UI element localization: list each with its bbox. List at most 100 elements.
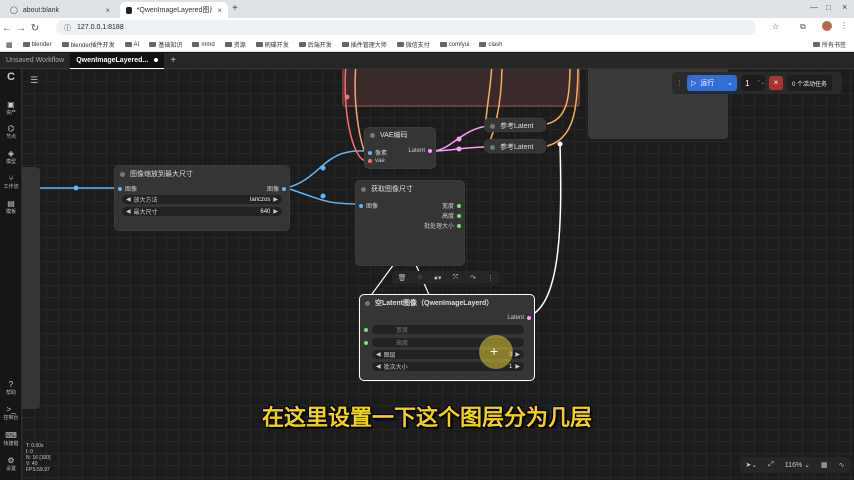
bookmark-folder[interactable]: 微信支付: [396, 40, 430, 49]
color-picker-icon[interactable]: ●▾: [434, 274, 442, 282]
sidebar-item-assets[interactable]: ▣ 资产: [0, 100, 22, 116]
site-info-icon[interactable]: ⓘ: [64, 23, 71, 33]
output-batch-size[interactable]: 批处理大小: [424, 221, 461, 230]
folder-icon: [149, 42, 157, 47]
maximize-icon[interactable]: □: [826, 3, 831, 12]
node-title: VAE编码: [380, 132, 408, 139]
bookmark-folder[interactable]: 资源: [224, 40, 246, 49]
comfy-logo-icon: C: [7, 71, 15, 83]
sidebar-item-settings[interactable]: ⚙ 设置: [0, 456, 22, 472]
link-latent-white: [525, 143, 562, 318]
upscale-method-combo[interactable]: ◀ 放大方法 lanczos ▶: [122, 195, 282, 204]
node-ref-latent-2[interactable]: 参考Latent: [484, 139, 546, 153]
close-icon[interactable]: ×: [105, 6, 110, 15]
node-title: 图像缩放到最大尺寸: [130, 171, 193, 178]
bookmark-folder[interactable]: blender插件开发: [61, 40, 115, 49]
output-width[interactable]: 宽度: [442, 201, 461, 210]
selection-toolbox: 🗑 ○ ●▾ ⤧ ↷ ⋮: [392, 271, 500, 284]
input-width-dot[interactable]: [364, 328, 368, 332]
reroute-dot[interactable]: [344, 94, 350, 100]
node-image-scale[interactable]: 图像缩放到最大尺寸 图像 图像 ◀ 放大方法 lanczos ▶ ◀ 最大尺寸 640 ▶: [114, 165, 290, 231]
reroute-dot[interactable]: [320, 165, 326, 171]
node-empty-latent[interactable]: 空Latent图像（QwenImageLayerd） Latent 宽度 高度 …: [359, 294, 535, 381]
star-icon[interactable]: ☆: [772, 22, 779, 31]
bookmark-folder[interactable]: 后端开发: [298, 40, 332, 49]
reload-icon[interactable]: ↻: [28, 23, 42, 34]
bookmark-folder[interactable]: comfyui: [439, 42, 469, 48]
workflow-tab-qwen[interactable]: QwenImageLayered...: [70, 52, 165, 69]
browser-tab-blank[interactable]: ◯ about:blank ×: [4, 2, 116, 18]
forward-icon[interactable]: →: [14, 23, 28, 34]
input-pixels[interactable]: 像素: [368, 148, 387, 157]
stepper-icon[interactable]: ⌃⌄: [757, 80, 765, 86]
sidebar-item-models[interactable]: ◈ 模型: [0, 149, 22, 165]
zoom-level[interactable]: 116% ⌄: [785, 461, 810, 469]
new-tab-icon[interactable]: +: [232, 3, 238, 14]
run-button[interactable]: ▷ 运行 ⌄: [687, 75, 737, 91]
input-height-dot[interactable]: [364, 341, 368, 345]
workflow-tab-unsaved[interactable]: Unsaved Workflow: [0, 53, 70, 69]
node-get-image-size[interactable]: 获取图像尺寸 图像 宽度 高度 批处理大小: [355, 180, 465, 266]
bookmark-folder[interactable]: clash: [479, 42, 502, 48]
node-ref-latent-1[interactable]: 参考Latent: [484, 118, 546, 132]
output-latent[interactable]: Latent: [408, 148, 432, 154]
sidebar-item-shortcuts[interactable]: ⌨ 快捷键: [0, 431, 22, 447]
menu-icon[interactable]: ⋮: [840, 21, 848, 30]
folder-icon: [439, 42, 447, 47]
toggle-links-icon[interactable]: ∿: [839, 461, 845, 469]
width-field[interactable]: 宽度: [372, 325, 524, 334]
delete-icon[interactable]: 🗑: [398, 274, 407, 282]
queue-button[interactable]: 0 个活动任务: [787, 75, 833, 91]
cancel-run-button[interactable]: ×: [769, 76, 783, 90]
apps-icon[interactable]: ▦: [6, 41, 13, 49]
input-image[interactable]: 图像: [118, 184, 137, 193]
bookmark-folder[interactable]: blender: [22, 42, 52, 48]
bookmark-folder[interactable]: 刷碟开发: [255, 40, 289, 49]
close-icon[interactable]: ×: [217, 6, 222, 15]
more-icon[interactable]: ⋮: [487, 274, 494, 282]
sidebar-item-templates[interactable]: ▤ 模板: [0, 199, 22, 215]
node-title: 空Latent图像（QwenImageLayerd）: [375, 300, 494, 307]
link-white-2: [371, 263, 395, 295]
sidebar-item-workflows[interactable]: ⑂ 工作流: [0, 174, 22, 190]
extensions-icon[interactable]: ⧉: [800, 22, 806, 32]
pointer-icon[interactable]: ➤⌄: [745, 461, 757, 469]
back-icon[interactable]: ←: [0, 23, 14, 34]
reroute-dot[interactable]: [320, 193, 326, 199]
input-image[interactable]: 图像: [359, 201, 378, 210]
bookmark-folder[interactable]: AI: [124, 42, 139, 48]
fit-view-icon[interactable]: ⤢: [768, 461, 774, 469]
output-latent[interactable]: Latent: [507, 315, 531, 321]
window-close-icon[interactable]: ×: [842, 2, 847, 12]
node-vae-encode[interactable]: VAE编码 像素 vae Latent: [364, 127, 436, 169]
new-workflow-icon[interactable]: +: [170, 55, 176, 66]
folder-icon: [124, 42, 132, 47]
input-vae[interactable]: vae: [368, 158, 385, 164]
convert-icon[interactable]: ↷: [470, 274, 476, 282]
bookmark-folder[interactable]: 基础知识: [149, 40, 182, 49]
minimap-icon[interactable]: ▦: [821, 461, 828, 469]
bypass-icon[interactable]: ○: [418, 274, 422, 281]
bookmark-folder[interactable]: 插件管理大师: [341, 40, 387, 49]
reroute-dot[interactable]: [557, 141, 563, 147]
output-image[interactable]: 图像: [267, 184, 286, 193]
all-bookmarks[interactable]: 所有书签: [812, 40, 846, 49]
folder-icon: [479, 42, 487, 47]
drag-handle-icon[interactable]: ⋮: [676, 79, 683, 87]
folder-icon: [341, 42, 349, 47]
video-subtitle: 在这里设置一下这个图层分为几层: [261, 406, 592, 431]
batch-count-input[interactable]: 1 ⌃⌄: [741, 75, 765, 91]
reroute-dot[interactable]: [456, 136, 462, 142]
minimize-icon[interactable]: —: [810, 3, 818, 12]
reroute-dot[interactable]: [73, 185, 79, 191]
sidebar-item-nodes[interactable]: ⌬ 节点: [0, 124, 22, 140]
avatar[interactable]: [822, 21, 832, 31]
fit-icon[interactable]: ⤧: [453, 274, 459, 282]
browser-tab-comfy[interactable]: *QwenImageLayered图片分图 ×: [120, 2, 228, 18]
reroute-dot[interactable]: [456, 146, 462, 152]
bookmark-folder[interactable]: mmd: [192, 42, 215, 48]
address-bar[interactable]: ⓘ 127.0.0.1:8188: [56, 20, 756, 35]
sidebar-item-help[interactable]: ? 帮助: [0, 380, 22, 396]
max-size-stepper[interactable]: ◀ 最大尺寸 640 ▶: [122, 207, 282, 216]
output-height[interactable]: 高度: [442, 211, 461, 220]
